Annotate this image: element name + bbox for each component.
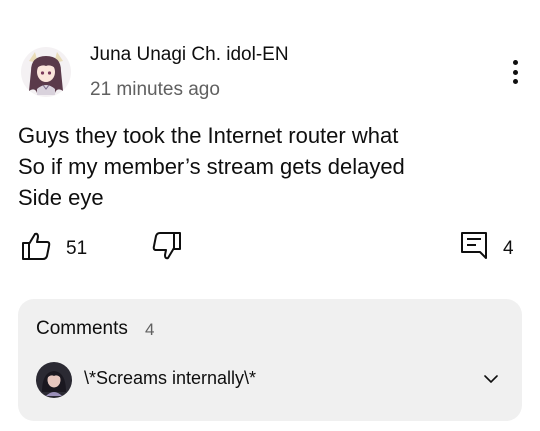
comments-count: 4 bbox=[145, 320, 155, 339]
commenter-avatar bbox=[36, 362, 72, 398]
post-line: So if my member’s stream gets delayed bbox=[18, 154, 405, 179]
more-vert-icon[interactable] bbox=[500, 56, 530, 88]
comment-preview-text: \*Screams internally\* bbox=[84, 368, 257, 388]
like-count: 51 bbox=[66, 238, 88, 259]
menu-dot bbox=[512, 79, 518, 84]
thumbs-down-icon[interactable] bbox=[151, 230, 183, 262]
thumbs-up-icon[interactable] bbox=[20, 230, 52, 262]
post-line: Side eye bbox=[18, 185, 104, 210]
comment-count: 4 bbox=[503, 238, 514, 259]
chevron-down-icon[interactable] bbox=[481, 369, 501, 389]
comments-title: Comments bbox=[36, 318, 128, 339]
menu-dot bbox=[512, 69, 518, 75]
comment-icon[interactable] bbox=[458, 229, 490, 261]
author-name[interactable]: Juna Unagi Ch. idol-EN bbox=[90, 44, 289, 66]
author-avatar[interactable] bbox=[21, 47, 71, 97]
community-post: Juna Unagi Ch. idol-EN 21 minutes ago Gu… bbox=[0, 0, 540, 431]
post-line: Guys they took the Internet router what bbox=[18, 123, 399, 148]
post-timestamp: 21 minutes ago bbox=[90, 79, 220, 100]
menu-dot bbox=[512, 60, 518, 65]
comments-section[interactable]: Comments 4 \*Screams internally\* bbox=[18, 299, 522, 421]
post-text: Guys they took the Internet router what … bbox=[18, 120, 518, 213]
